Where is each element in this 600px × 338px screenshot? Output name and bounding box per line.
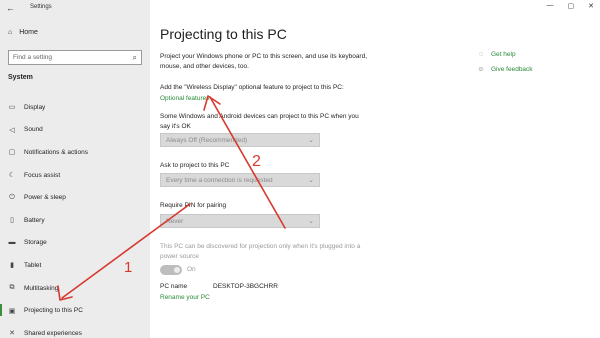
sidebar-item-display[interactable]: ▭ Display bbox=[0, 96, 150, 119]
sidebar-item-label: Sound bbox=[24, 126, 43, 134]
help-chat-icon: ◌ bbox=[478, 51, 484, 58]
give-feedback-link[interactable]: ☺ Give feedback bbox=[477, 62, 533, 77]
speaker-icon: ◁ bbox=[9, 126, 15, 134]
power-icon: ⏻ bbox=[9, 193, 15, 201]
sidebar: ⌂ Home Find a setting ⌕ System ▭ Display… bbox=[0, 0, 150, 338]
chevron-down-icon: ⌄ bbox=[308, 218, 314, 225]
sidebar-item-multitasking[interactable]: ⧉ Multitasking bbox=[0, 277, 150, 300]
home-icon: ⌂ bbox=[8, 29, 13, 36]
close-button[interactable]: ✕ bbox=[588, 2, 594, 10]
search-icon: ⌕ bbox=[132, 53, 137, 62]
search-input[interactable]: Find a setting ⌕ bbox=[8, 50, 142, 65]
dropdown-value: Never bbox=[166, 218, 184, 225]
require-pin-label: Require PIN for pairing bbox=[160, 202, 227, 209]
discover-text: This PC can be discovered for projection… bbox=[160, 243, 361, 260]
sidebar-item-label: Shared experiences bbox=[24, 329, 82, 337]
rename-pc-link[interactable]: Rename your PC bbox=[160, 294, 210, 301]
tablet-icon: ▮ bbox=[10, 262, 14, 270]
main-content: Projecting to this PC Project your Windo… bbox=[160, 0, 460, 338]
sidebar-item-storage[interactable]: ▬ Storage bbox=[0, 232, 150, 255]
sidebar-item-label: Power & sleep bbox=[24, 194, 66, 202]
sidebar-item-label: Battery bbox=[24, 216, 45, 224]
sidebar-item-label: Notifications & actions bbox=[24, 148, 88, 156]
sidebar-item-label: Focus assist bbox=[24, 171, 61, 179]
multitasking-icon: ⧉ bbox=[9, 284, 15, 292]
feedback-icon: ☺ bbox=[477, 66, 485, 73]
dropdown-value: Every time a connection is requested bbox=[166, 177, 273, 184]
nav-home[interactable]: ⌂ Home bbox=[8, 29, 38, 36]
ask-to-project-label: Ask to project to this PC bbox=[160, 162, 230, 169]
sidebar-item-battery[interactable]: ▯ Battery bbox=[0, 209, 150, 232]
nav-list: ▭ Display ◁ Sound ▢ Notifications & acti… bbox=[0, 96, 150, 338]
page-title: Projecting to this PC bbox=[160, 26, 287, 42]
app-title: Settings bbox=[30, 4, 52, 10]
pc-name-value: DESKTOP-3BGCHRR bbox=[213, 283, 278, 290]
toggle-state-label: On bbox=[187, 266, 196, 273]
power-source-toggle[interactable] bbox=[160, 265, 182, 275]
display-icon: ▭ bbox=[8, 104, 16, 112]
storage-icon: ▬ bbox=[8, 239, 16, 247]
minimize-button[interactable]: — bbox=[547, 2, 554, 10]
help-item-label: Get help bbox=[491, 51, 516, 58]
sidebar-item-projecting[interactable]: ▣ Projecting to this PC bbox=[0, 299, 150, 322]
home-label: Home bbox=[19, 29, 38, 36]
section-heading: System bbox=[8, 74, 33, 81]
maximize-button[interactable]: ▢ bbox=[568, 2, 575, 10]
sidebar-item-label: Storage bbox=[24, 239, 47, 247]
get-help-link[interactable]: ◌ Get help bbox=[477, 47, 533, 62]
sidebar-item-shared-experiences[interactable]: ✕ Shared experiences bbox=[0, 322, 150, 338]
sidebar-item-power-sleep[interactable]: ⏻ Power & sleep bbox=[0, 186, 150, 209]
intro-text: Project your Windows phone or PC to this… bbox=[160, 53, 368, 70]
shared-icon: ✕ bbox=[9, 330, 15, 338]
toggle-knob bbox=[174, 267, 180, 273]
help-column: ◌ Get help ☺ Give feedback bbox=[477, 47, 533, 77]
notification-icon: ▢ bbox=[8, 149, 16, 157]
require-pin-dropdown[interactable]: Never ⌄ bbox=[160, 214, 320, 228]
sidebar-item-sound[interactable]: ◁ Sound bbox=[0, 119, 150, 142]
wireless-display-text: Add the "Wireless Display" optional feat… bbox=[160, 84, 344, 91]
sidebar-item-label: Display bbox=[24, 103, 46, 111]
window-controls: — ▢ ✕ bbox=[547, 2, 595, 10]
battery-icon: ▯ bbox=[10, 217, 14, 225]
moon-icon: ☾ bbox=[8, 172, 16, 180]
projection-availability-dropdown[interactable]: Always Off (Recommended) ⌄ bbox=[160, 133, 320, 147]
some-devices-text: Some Windows and Android devices can pro… bbox=[160, 113, 359, 130]
sidebar-item-label: Projecting to this PC bbox=[24, 307, 83, 315]
sidebar-item-label: Multitasking bbox=[24, 284, 59, 292]
sidebar-item-tablet[interactable]: ▮ Tablet bbox=[0, 254, 150, 277]
pc-name-label: PC name bbox=[160, 283, 188, 290]
search-placeholder: Find a setting bbox=[13, 54, 53, 61]
sidebar-item-focus-assist[interactable]: ☾ Focus assist bbox=[0, 164, 150, 187]
chevron-down-icon: ⌄ bbox=[308, 177, 314, 184]
sidebar-item-notifications[interactable]: ▢ Notifications & actions bbox=[0, 141, 150, 164]
ask-to-project-dropdown[interactable]: Every time a connection is requested ⌄ bbox=[160, 173, 320, 187]
sidebar-item-label: Tablet bbox=[24, 261, 42, 269]
optional-features-link[interactable]: Optional features bbox=[160, 95, 210, 102]
dropdown-value: Always Off (Recommended) bbox=[166, 137, 248, 144]
help-item-label: Give feedback bbox=[491, 66, 533, 73]
chevron-down-icon: ⌄ bbox=[308, 137, 314, 144]
projector-icon: ▣ bbox=[8, 307, 16, 315]
back-arrow-icon[interactable]: ← bbox=[6, 3, 15, 13]
